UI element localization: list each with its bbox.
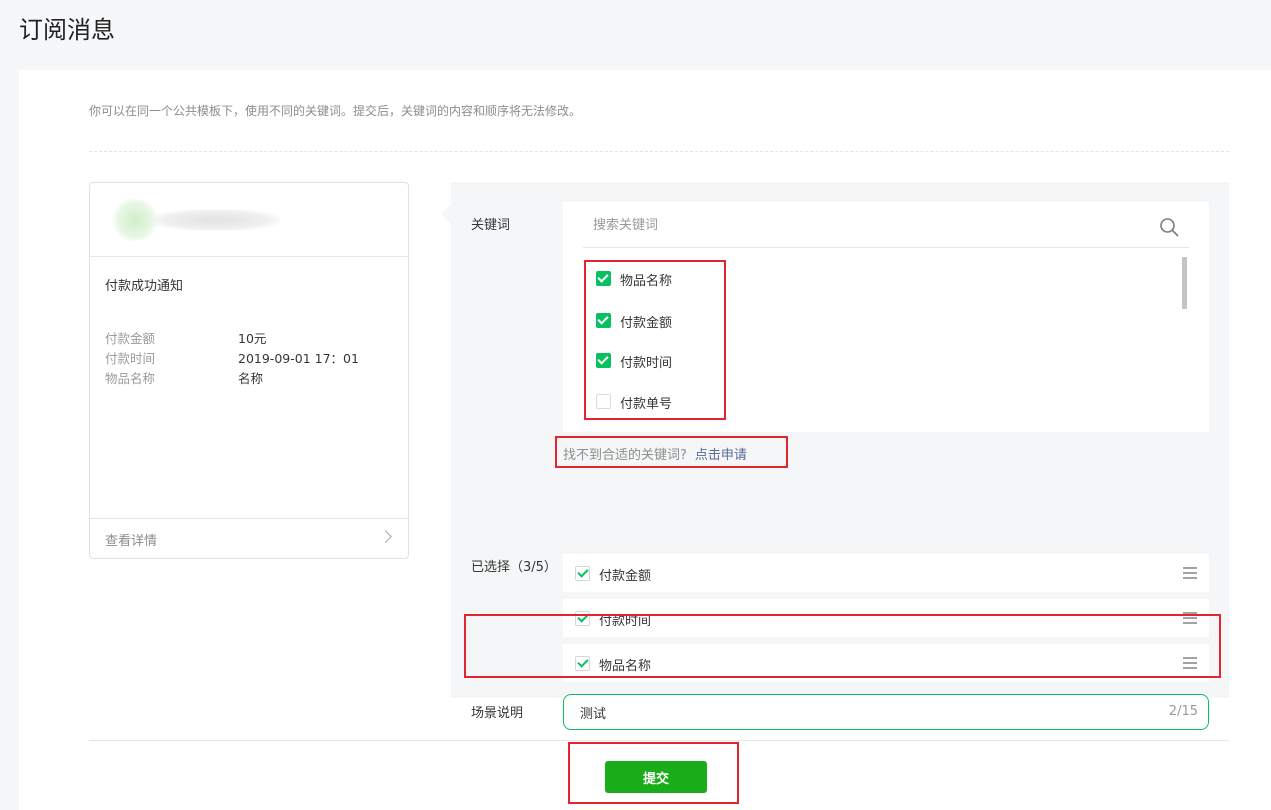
page-description: 你可以在同一个公共模板下，使用不同的关键词。提交后，关键词的内容和顺序将无法修改… [89,104,582,118]
keyword-not-found: 找不到合适的关键词? 点击申请 [563,444,747,463]
keyword-option-label: 付款单号 [620,397,673,412]
drag-handle-icon[interactable] [1183,657,1197,669]
main-card: 你可以在同一个公共模板下，使用不同的关键词。提交后，关键词的内容和顺序将无法修改… [19,70,1271,810]
keyword-option-label: 物品名称 [620,274,673,289]
checkbox-checked-icon[interactable] [596,313,611,328]
preview-field-value: 名称 [238,371,264,386]
checkbox-unchecked-icon[interactable] [596,394,611,409]
chevron-right-icon [379,530,392,543]
keywords-label: 关键词 [471,218,511,233]
scene-description-field[interactable]: 2/15 [563,694,1209,730]
checkbox-checked-icon[interactable] [596,271,611,286]
page-title: 订阅消息 [19,16,115,44]
selected-keyword-row[interactable]: 物品名称 [563,644,1209,682]
scene-label: 场景说明 [471,706,524,721]
keyword-settings-panel: 关键词 物品名称 付款金额 付款时间 [451,182,1229,730]
selected-keyword-label: 物品名称 [599,659,652,674]
keyword-search-input[interactable] [583,202,1143,248]
footer-divider [89,740,1229,741]
not-found-text: 找不到合适的关键词? [563,448,687,463]
message-preview-card: 付款成功通知 付款金额 10元 付款时间 2019-09-01 17：01 物品… [89,182,409,559]
preview-header [90,183,408,257]
preview-field-key: 付款金额 [105,331,156,346]
search-icon[interactable] [1159,217,1179,237]
selected-keyword-label: 付款金额 [599,569,652,584]
selected-keyword-row[interactable]: 付款金额 [563,554,1209,592]
checkbox-checked-icon[interactable] [596,353,611,368]
keyword-list-scrollbar[interactable] [1182,257,1187,309]
checkbox-checked-icon[interactable] [575,656,590,671]
checkbox-checked-icon[interactable] [575,566,590,581]
drag-handle-icon[interactable] [1183,567,1197,579]
preview-title: 付款成功通知 [105,279,184,294]
selected-label: 已选择（3/5） [471,560,557,575]
character-counter: 2/15 [1168,704,1198,719]
apply-keyword-link[interactable]: 点击申请 [695,448,747,463]
keyword-option-label: 付款金额 [620,316,673,331]
preview-field-value: 2019-09-01 17：01 [238,351,359,366]
selected-keyword-row[interactable]: 付款时间 [563,599,1209,637]
divider [89,151,1229,152]
blurred-account-name [150,209,280,231]
view-details-label: 查看详情 [105,534,158,549]
preview-field-key: 物品名称 [105,371,156,386]
submit-button[interactable]: 提交 [605,761,707,793]
checkbox-checked-icon[interactable] [575,611,590,626]
view-details-link[interactable]: 查看详情 [90,518,408,558]
panel-pointer [441,204,451,224]
selected-keyword-label: 付款时间 [599,614,652,629]
preview-field-value: 10元 [238,331,267,346]
keyword-option-label: 付款时间 [620,356,673,371]
keyword-search [583,202,1189,248]
drag-handle-icon[interactable] [1183,612,1197,624]
preview-field-key: 付款时间 [105,351,156,366]
scene-description-input[interactable] [564,695,1124,729]
keyword-picker: 物品名称 付款金额 付款时间 付款单号 [563,202,1209,432]
